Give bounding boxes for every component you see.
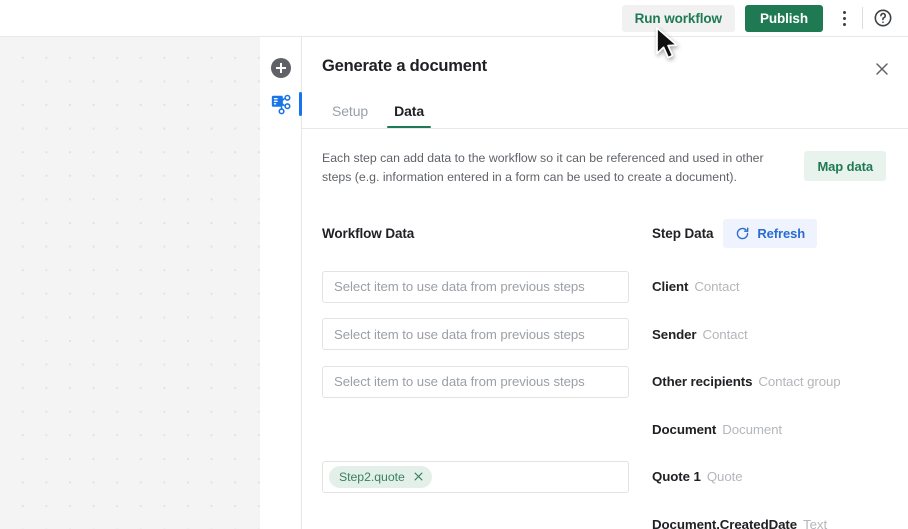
- panel-header: Generate a document Setup Data: [302, 37, 908, 129]
- row-right: Quote 1 Quote: [652, 469, 743, 484]
- workflow-canvas[interactable]: [0, 37, 260, 529]
- step-data-name: Client: [652, 279, 688, 294]
- more-vertical-icon[interactable]: [831, 3, 857, 33]
- intro-row: Each step can add data to the workflow s…: [322, 149, 886, 187]
- workflow-builder-app: Run workflow Publish: [0, 0, 908, 529]
- data-chip[interactable]: Step2.quote: [329, 466, 432, 488]
- run-workflow-button[interactable]: Run workflow: [622, 5, 735, 32]
- panel-tabs: Setup Data: [322, 103, 434, 128]
- row-right: Other recipients Contact group: [652, 374, 841, 389]
- left-icon-rail: [260, 37, 302, 529]
- add-step-button[interactable]: [260, 50, 302, 86]
- step-data-name: Document: [652, 422, 716, 437]
- column-header-step-data: Step Data: [652, 226, 713, 241]
- panel-body: Each step can add data to the workflow s…: [302, 129, 908, 529]
- close-icon[interactable]: [868, 55, 896, 83]
- top-toolbar: Run workflow Publish: [0, 0, 908, 37]
- add-circle-icon: [271, 58, 291, 78]
- row-left: Select item to use data from previous st…: [322, 318, 652, 350]
- kebab-dot: [843, 17, 846, 20]
- kebab-dot: [843, 11, 846, 14]
- refresh-icon: [735, 226, 750, 241]
- workflow-data-select[interactable]: Select item to use data from previous st…: [322, 271, 629, 303]
- columns-header: Workflow Data Step Data Refresh: [322, 219, 886, 248]
- toolbar-divider: [862, 7, 863, 29]
- data-rows-list: Select item to use data from previous st…: [322, 263, 886, 529]
- kebab-dot: [843, 23, 846, 26]
- step-data-name: Sender: [652, 327, 696, 342]
- row-right: Document Document: [652, 422, 782, 437]
- column-header-workflow-data: Workflow Data: [322, 226, 652, 241]
- row-right: Client Contact: [652, 279, 739, 294]
- workflow-diagram-icon: [270, 93, 292, 115]
- step-data-name: Document.CreatedDate: [652, 517, 797, 529]
- column-header-step-data-group: Step Data Refresh: [652, 219, 817, 248]
- row-left: Select item to use data from previous st…: [322, 366, 652, 398]
- refresh-label: Refresh: [757, 226, 805, 241]
- workflow-diagram-button[interactable]: [260, 86, 302, 122]
- table-row: Select item to use data from previous st…: [322, 358, 886, 406]
- table-row: Step2.quote Quote 1 Quote: [322, 453, 886, 501]
- map-data-button[interactable]: Map data: [804, 151, 886, 181]
- table-row: Select item to use data from previous st…: [322, 311, 886, 359]
- step-data-type: Contact group: [758, 374, 840, 389]
- refresh-button[interactable]: Refresh: [723, 219, 817, 248]
- step-data-type: Text: [803, 517, 827, 529]
- step-data-type: Quote: [707, 469, 743, 484]
- step-data-type: Contact: [702, 327, 747, 342]
- help-circle-icon[interactable]: [870, 5, 896, 31]
- table-row: Document.CreatedDate Text: [322, 501, 886, 529]
- table-row: Document Document: [322, 406, 886, 454]
- step-detail-panel: Generate a document Setup Data Each step…: [302, 37, 908, 529]
- workflow-data-select[interactable]: Step2.quote: [322, 461, 629, 493]
- intro-description: Each step can add data to the workflow s…: [322, 149, 786, 187]
- table-row: Select item to use data from previous st…: [322, 263, 886, 311]
- row-right: Document.CreatedDate Text: [652, 517, 827, 529]
- step-data-type: Document: [722, 422, 782, 437]
- close-icon[interactable]: [413, 471, 424, 482]
- row-left: Select item to use data from previous st…: [322, 271, 652, 303]
- workflow-data-select[interactable]: Select item to use data from previous st…: [322, 366, 629, 398]
- publish-button[interactable]: Publish: [745, 5, 823, 32]
- step-data-type: Contact: [694, 279, 739, 294]
- workflow-data-select[interactable]: Select item to use data from previous st…: [322, 318, 629, 350]
- tab-data[interactable]: Data: [384, 103, 434, 128]
- tab-setup[interactable]: Setup: [322, 103, 378, 128]
- step-data-name: Quote 1: [652, 469, 701, 484]
- data-chip-label: Step2.quote: [339, 470, 405, 484]
- row-right: Sender Contact: [652, 327, 748, 342]
- step-data-name: Other recipients: [652, 374, 752, 389]
- row-left: Step2.quote: [322, 461, 652, 493]
- page-title: Generate a document: [322, 57, 886, 76]
